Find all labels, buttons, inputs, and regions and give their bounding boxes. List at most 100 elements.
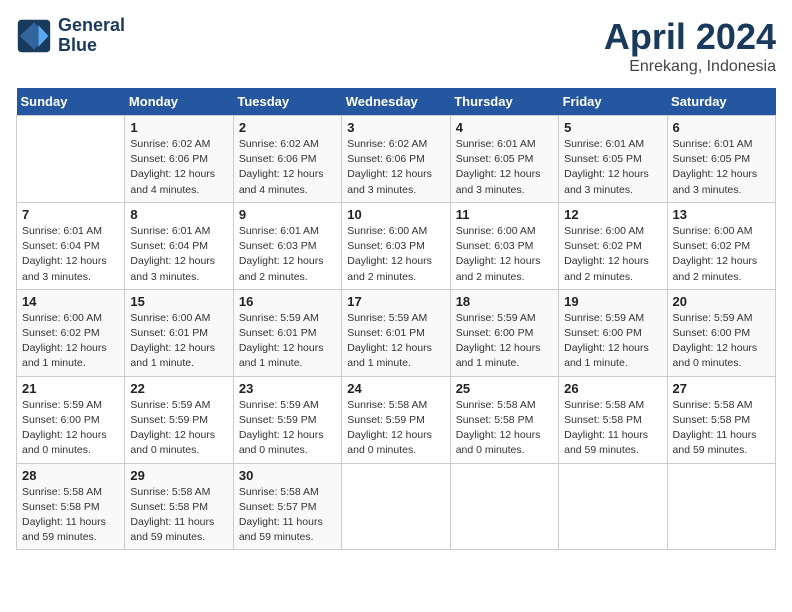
day-info: Sunrise: 5:59 AM Sunset: 5:59 PM Dayligh… xyxy=(130,398,227,459)
page-header: General Blue April 2024 Enrekang, Indone… xyxy=(16,16,776,76)
calendar-cell: 5 Sunrise: 6:01 AM Sunset: 6:05 PM Daylig… xyxy=(559,116,667,203)
calendar-cell xyxy=(667,463,775,550)
calendar-cell: 14 Sunrise: 6:00 AM Sunset: 6:02 PM Dayli… xyxy=(17,289,125,376)
day-number: 19 xyxy=(564,294,661,309)
calendar-cell: 29Sunrise: 5:58 AM Sunset: 5:58 PM Dayli… xyxy=(125,463,233,550)
calendar-cell: 22 Sunrise: 5:59 AM Sunset: 5:59 PM Dayli… xyxy=(125,376,233,463)
day-number: 9 xyxy=(239,207,336,222)
calendar-cell: 7 Sunrise: 6:01 AM Sunset: 6:04 PM Daylig… xyxy=(17,202,125,289)
day-number: 14 xyxy=(22,294,119,309)
day-number: 15 xyxy=(130,294,227,309)
calendar-cell: 28Sunrise: 5:58 AM Sunset: 5:58 PM Dayli… xyxy=(17,463,125,550)
day-info: Sunrise: 6:00 AM Sunset: 6:02 PM Dayligh… xyxy=(564,224,661,285)
calendar-cell: 10Sunrise: 6:00 AM Sunset: 6:03 PM Dayli… xyxy=(342,202,450,289)
day-info: Sunrise: 5:59 AM Sunset: 6:00 PM Dayligh… xyxy=(673,311,770,372)
calendar-cell: 12Sunrise: 6:00 AM Sunset: 6:02 PM Dayli… xyxy=(559,202,667,289)
day-info: Sunrise: 5:59 AM Sunset: 5:59 PM Dayligh… xyxy=(239,398,336,459)
calendar-cell: 3Sunrise: 6:02 AM Sunset: 6:06 PM Daylig… xyxy=(342,116,450,203)
calendar-cell: 18 Sunrise: 5:59 AM Sunset: 6:00 PM Dayli… xyxy=(450,289,558,376)
day-info: Sunrise: 5:58 AM Sunset: 5:58 PM Dayligh… xyxy=(456,398,553,459)
calendar-cell: 30Sunrise: 5:58 AM Sunset: 5:57 PM Dayli… xyxy=(233,463,341,550)
day-number: 26 xyxy=(564,381,661,396)
calendar-week-row: 7 Sunrise: 6:01 AM Sunset: 6:04 PM Daylig… xyxy=(17,202,776,289)
calendar-cell: 23 Sunrise: 5:59 AM Sunset: 5:59 PM Dayli… xyxy=(233,376,341,463)
calendar-header-tuesday: Tuesday xyxy=(233,88,341,116)
day-info: Sunrise: 6:01 AM Sunset: 6:03 PM Dayligh… xyxy=(239,224,336,285)
calendar-cell: 11 Sunrise: 6:00 AM Sunset: 6:03 PM Dayli… xyxy=(450,202,558,289)
calendar-cell: 26 Sunrise: 5:58 AM Sunset: 5:58 PM Dayli… xyxy=(559,376,667,463)
day-number: 27 xyxy=(673,381,770,396)
day-info: Sunrise: 6:01 AM Sunset: 6:04 PM Dayligh… xyxy=(22,224,119,285)
day-info: Sunrise: 5:59 AM Sunset: 6:00 PM Dayligh… xyxy=(456,311,553,372)
logo-icon xyxy=(16,18,52,54)
calendar-cell: 16 Sunrise: 5:59 AM Sunset: 6:01 PM Dayli… xyxy=(233,289,341,376)
day-info: Sunrise: 5:59 AM Sunset: 6:00 PM Dayligh… xyxy=(564,311,661,372)
day-number: 3 xyxy=(347,120,444,135)
calendar-cell: 15 Sunrise: 6:00 AM Sunset: 6:01 PM Dayli… xyxy=(125,289,233,376)
title-area: April 2024 Enrekang, Indonesia xyxy=(604,16,776,76)
logo: General Blue xyxy=(16,16,125,56)
calendar-cell: 21Sunrise: 5:59 AM Sunset: 6:00 PM Dayli… xyxy=(17,376,125,463)
day-info: Sunrise: 5:58 AM Sunset: 5:57 PM Dayligh… xyxy=(239,485,336,546)
calendar-table: SundayMondayTuesdayWednesdayThursdayFrid… xyxy=(16,88,776,550)
day-number: 2 xyxy=(239,120,336,135)
calendar-week-row: 21Sunrise: 5:59 AM Sunset: 6:00 PM Dayli… xyxy=(17,376,776,463)
calendar-cell: 6Sunrise: 6:01 AM Sunset: 6:05 PM Daylig… xyxy=(667,116,775,203)
month-title: April 2024 xyxy=(604,16,776,58)
logo-text: General Blue xyxy=(58,16,125,56)
calendar-header-saturday: Saturday xyxy=(667,88,775,116)
day-info: Sunrise: 6:01 AM Sunset: 6:05 PM Dayligh… xyxy=(673,137,770,198)
day-info: Sunrise: 6:02 AM Sunset: 6:06 PM Dayligh… xyxy=(239,137,336,198)
calendar-cell: 8 Sunrise: 6:01 AM Sunset: 6:04 PM Daylig… xyxy=(125,202,233,289)
day-info: Sunrise: 5:58 AM Sunset: 5:59 PM Dayligh… xyxy=(347,398,444,459)
calendar-cell: 27 Sunrise: 5:58 AM Sunset: 5:58 PM Dayli… xyxy=(667,376,775,463)
calendar-cell: 9 Sunrise: 6:01 AM Sunset: 6:03 PM Daylig… xyxy=(233,202,341,289)
day-number: 8 xyxy=(130,207,227,222)
day-info: Sunrise: 5:58 AM Sunset: 5:58 PM Dayligh… xyxy=(564,398,661,459)
calendar-cell: 13 Sunrise: 6:00 AM Sunset: 6:02 PM Dayli… xyxy=(667,202,775,289)
day-number: 16 xyxy=(239,294,336,309)
calendar-week-row: 1 Sunrise: 6:02 AM Sunset: 6:06 PM Daylig… xyxy=(17,116,776,203)
calendar-cell xyxy=(17,116,125,203)
calendar-header-sunday: Sunday xyxy=(17,88,125,116)
day-number: 24 xyxy=(347,381,444,396)
day-number: 21 xyxy=(22,381,119,396)
day-number: 18 xyxy=(456,294,553,309)
calendar-header-thursday: Thursday xyxy=(450,88,558,116)
calendar-cell: 17Sunrise: 5:59 AM Sunset: 6:01 PM Dayli… xyxy=(342,289,450,376)
calendar-header-monday: Monday xyxy=(125,88,233,116)
calendar-cell xyxy=(559,463,667,550)
day-info: Sunrise: 6:00 AM Sunset: 6:03 PM Dayligh… xyxy=(456,224,553,285)
calendar-cell: 19 Sunrise: 5:59 AM Sunset: 6:00 PM Dayli… xyxy=(559,289,667,376)
day-number: 29 xyxy=(130,468,227,483)
day-info: Sunrise: 6:01 AM Sunset: 6:05 PM Dayligh… xyxy=(564,137,661,198)
day-number: 13 xyxy=(673,207,770,222)
day-number: 7 xyxy=(22,207,119,222)
day-number: 17 xyxy=(347,294,444,309)
day-info: Sunrise: 6:00 AM Sunset: 6:02 PM Dayligh… xyxy=(673,224,770,285)
day-number: 1 xyxy=(130,120,227,135)
calendar-header-friday: Friday xyxy=(559,88,667,116)
day-number: 4 xyxy=(456,120,553,135)
day-info: Sunrise: 6:00 AM Sunset: 6:01 PM Dayligh… xyxy=(130,311,227,372)
day-number: 23 xyxy=(239,381,336,396)
calendar-cell: 1 Sunrise: 6:02 AM Sunset: 6:06 PM Daylig… xyxy=(125,116,233,203)
day-info: Sunrise: 6:02 AM Sunset: 6:06 PM Dayligh… xyxy=(130,137,227,198)
calendar-header-wednesday: Wednesday xyxy=(342,88,450,116)
calendar-cell: 25 Sunrise: 5:58 AM Sunset: 5:58 PM Dayli… xyxy=(450,376,558,463)
day-number: 5 xyxy=(564,120,661,135)
day-number: 10 xyxy=(347,207,444,222)
day-number: 28 xyxy=(22,468,119,483)
calendar-cell: 2 Sunrise: 6:02 AM Sunset: 6:06 PM Daylig… xyxy=(233,116,341,203)
calendar-cell xyxy=(342,463,450,550)
day-info: Sunrise: 6:00 AM Sunset: 6:02 PM Dayligh… xyxy=(22,311,119,372)
calendar-cell: 24 Sunrise: 5:58 AM Sunset: 5:59 PM Dayli… xyxy=(342,376,450,463)
day-info: Sunrise: 5:59 AM Sunset: 6:01 PM Dayligh… xyxy=(239,311,336,372)
day-number: 22 xyxy=(130,381,227,396)
day-info: Sunrise: 6:01 AM Sunset: 6:04 PM Dayligh… xyxy=(130,224,227,285)
calendar-week-row: 28Sunrise: 5:58 AM Sunset: 5:58 PM Dayli… xyxy=(17,463,776,550)
day-number: 11 xyxy=(456,207,553,222)
day-number: 25 xyxy=(456,381,553,396)
day-info: Sunrise: 5:58 AM Sunset: 5:58 PM Dayligh… xyxy=(673,398,770,459)
calendar-header-row: SundayMondayTuesdayWednesdayThursdayFrid… xyxy=(17,88,776,116)
